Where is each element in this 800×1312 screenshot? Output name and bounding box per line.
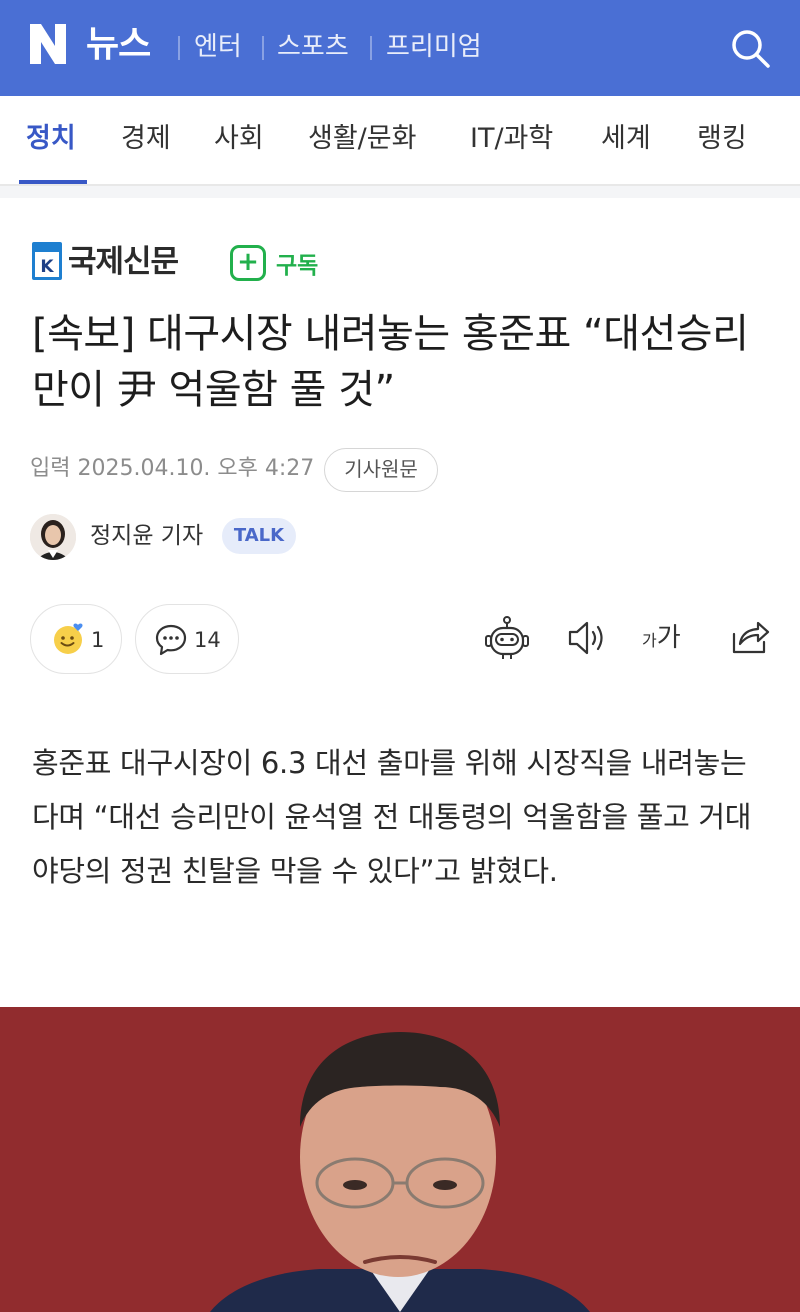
tab-ranking[interactable]: 랭킹 bbox=[697, 120, 747, 158]
category-nav: 정치 경제 사회 생활/문화 IT/과학 세계 랭킹 bbox=[0, 96, 800, 186]
tab-life-culture[interactable]: 생활/문화 bbox=[308, 120, 416, 158]
naver-n-logo[interactable] bbox=[28, 22, 68, 66]
reaction-count: 1 bbox=[91, 628, 105, 652]
reaction-button[interactable]: 1 bbox=[30, 604, 122, 674]
active-tab-indicator bbox=[19, 180, 87, 184]
subscribe-label: 구독 bbox=[276, 253, 319, 279]
nav-link-entertainment[interactable]: 엔터 bbox=[194, 28, 242, 66]
comment-button[interactable]: 14 bbox=[135, 604, 239, 674]
news-title[interactable]: 뉴스 bbox=[86, 22, 151, 68]
nav-link-premium[interactable]: 프리미엄 bbox=[386, 28, 482, 66]
article-photo[interactable] bbox=[0, 1007, 800, 1312]
article-headline: [속보] 대구시장 내려놓는 홍준표 “대선승리만이 尹 억울함 풀 것” bbox=[32, 311, 749, 413]
divider bbox=[178, 36, 180, 60]
font-size-small-glyph: 가 bbox=[642, 631, 657, 650]
publish-date: 입력 2025.04.10. 오후 4:27 bbox=[30, 456, 315, 481]
politician-photo-image bbox=[0, 1007, 800, 1312]
search-icon[interactable] bbox=[728, 26, 772, 70]
press-logo-icon[interactable]: K bbox=[32, 242, 62, 280]
comment-icon bbox=[155, 624, 187, 656]
subscribe-button[interactable]: + 구독 bbox=[230, 244, 318, 282]
article-body-text: 홍준표 대구시장이 6.3 대선 출마를 위해 시장직을 내려놓는다며 “대선 … bbox=[32, 746, 752, 888]
robot-summary-icon[interactable] bbox=[485, 614, 529, 662]
tab-society[interactable]: 사회 bbox=[214, 120, 264, 158]
reporter-name[interactable]: 정지윤 기자 bbox=[90, 519, 203, 553]
press-name[interactable]: 국제신문 bbox=[68, 240, 179, 284]
font-size-icon[interactable]: 가가 bbox=[642, 614, 692, 662]
divider bbox=[262, 36, 264, 60]
tab-politics[interactable]: 정치 bbox=[26, 120, 76, 158]
top-header: 뉴스 엔터 스포츠 프리미엄 bbox=[0, 0, 800, 96]
talk-button[interactable]: TALK bbox=[222, 518, 296, 554]
svg-text:K: K bbox=[40, 257, 54, 277]
reporter-avatar[interactable] bbox=[30, 514, 76, 560]
tab-economy[interactable]: 경제 bbox=[121, 120, 171, 158]
nav-link-sports[interactable]: 스포츠 bbox=[277, 28, 349, 66]
speaker-icon[interactable] bbox=[566, 614, 610, 662]
font-size-large-glyph: 가 bbox=[656, 623, 681, 653]
tab-it-science[interactable]: IT/과학 bbox=[470, 120, 553, 158]
plus-icon: + bbox=[230, 245, 266, 281]
divider bbox=[370, 36, 372, 60]
original-article-button[interactable]: 기사원문 bbox=[324, 448, 438, 492]
comment-count: 14 bbox=[194, 628, 221, 652]
share-icon[interactable] bbox=[728, 614, 772, 662]
smiley-reaction-icon bbox=[54, 623, 83, 654]
tab-world[interactable]: 세계 bbox=[601, 120, 651, 158]
section-divider bbox=[0, 186, 800, 198]
